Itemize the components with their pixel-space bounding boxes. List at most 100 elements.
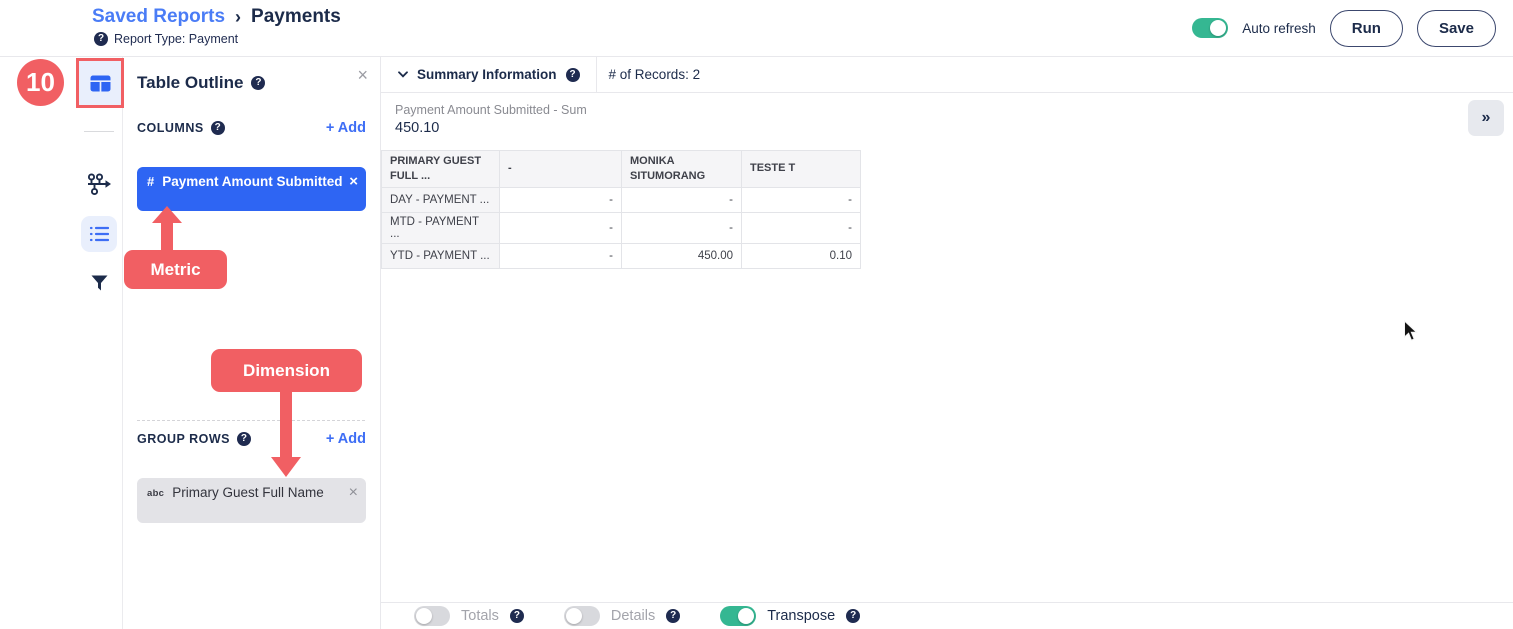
- panel-section-divider: [137, 420, 365, 421]
- table-cell: -: [500, 212, 622, 243]
- remove-dimension-icon[interactable]: ×: [349, 484, 358, 502]
- dimension-chip-label: Primary Guest Full Name: [172, 484, 342, 502]
- remove-metric-icon[interactable]: ×: [349, 173, 358, 190]
- metric-arrow-shaft: [161, 222, 173, 252]
- help-icon[interactable]: ?: [237, 432, 251, 446]
- table-header-row: PRIMARY GUEST FULL ... - MONIKA SITUMORA…: [382, 151, 861, 188]
- metric-summary-name: Payment Amount Submitted - Sum: [395, 103, 587, 117]
- help-icon[interactable]: ?: [666, 609, 680, 623]
- report-type-row: ? Report Type: Payment: [94, 32, 238, 46]
- details-toggle-group: Details ?: [564, 606, 680, 626]
- filter-nav-button[interactable]: [75, 275, 123, 291]
- top-header: Saved Reports › Payments ? Report Type: …: [0, 0, 1513, 57]
- dimension-chip-primary-guest-full-name[interactable]: abc Primary Guest Full Name ×: [137, 478, 366, 523]
- table-cell: -: [500, 243, 622, 268]
- filter-icon: [91, 275, 108, 291]
- header-actions: Auto refresh Run Save: [1192, 8, 1496, 48]
- left-icon-rail: [75, 57, 123, 629]
- dimension-arrow-head: [271, 457, 301, 477]
- transpose-label: Transpose: [767, 608, 835, 624]
- table-cell: -: [742, 212, 861, 243]
- totals-toggle[interactable]: [414, 606, 450, 626]
- group-rows-section-header: GROUP ROWS ? + Add: [137, 431, 366, 447]
- report-builder-screen: Saved Reports › Payments ? Report Type: …: [0, 0, 1513, 629]
- breadcrumb-current-page: Payments: [251, 6, 341, 28]
- metric-chip-label: Payment Amount Submitted: [162, 173, 343, 191]
- transpose-toggle-group: Transpose ?: [720, 606, 860, 626]
- dimension-annotation-callout: Dimension: [211, 349, 362, 392]
- help-icon[interactable]: ?: [94, 32, 108, 46]
- table-row: YTD - PAYMENT ... - 450.00 0.10: [382, 243, 861, 268]
- help-icon[interactable]: ?: [846, 609, 860, 623]
- columns-label: COLUMNS: [137, 121, 204, 135]
- help-icon[interactable]: ?: [566, 68, 580, 82]
- details-label: Details: [611, 608, 655, 624]
- results-table: PRIMARY GUEST FULL ... - MONIKA SITUMORA…: [381, 150, 861, 269]
- table-row: MTD - PAYMENT ... - - -: [382, 212, 861, 243]
- table-outline-panel: Table Outline ? × COLUMNS ? + Add # Paym…: [123, 57, 381, 629]
- breadcrumb: Saved Reports › Payments: [92, 6, 341, 28]
- column-header[interactable]: -: [500, 151, 622, 188]
- table-cell: 0.10: [742, 243, 861, 268]
- toggle-knob: [738, 608, 754, 624]
- column-header[interactable]: PRIMARY GUEST FULL ...: [382, 151, 500, 188]
- row-label: DAY - PAYMENT ...: [382, 187, 500, 212]
- collapse-panel-button[interactable]: »: [1468, 100, 1504, 136]
- flow-branch-icon: [86, 173, 113, 196]
- totals-label: Totals: [461, 608, 499, 624]
- totals-toggle-group: Totals ?: [414, 606, 524, 626]
- auto-refresh-toggle[interactable]: [1192, 18, 1228, 38]
- transpose-toggle[interactable]: [720, 606, 756, 626]
- table-row: DAY - PAYMENT ... - - -: [382, 187, 861, 212]
- save-button[interactable]: Save: [1417, 10, 1496, 47]
- step-number-badge: 10: [17, 59, 64, 106]
- panel-close-icon[interactable]: ×: [357, 65, 368, 86]
- auto-refresh-label: Auto refresh: [1242, 21, 1316, 36]
- double-chevron-right-icon: »: [1482, 109, 1491, 127]
- table-cell: -: [622, 187, 742, 212]
- column-header[interactable]: MONIKA SITUMORANG: [622, 151, 742, 188]
- panel-title: Table Outline: [137, 73, 243, 93]
- mouse-cursor: [1403, 320, 1420, 343]
- text-field-icon: abc: [147, 488, 164, 499]
- table-cell: -: [742, 187, 861, 212]
- list-nav-button[interactable]: [81, 216, 117, 252]
- toggle-knob: [566, 608, 582, 624]
- toggle-knob: [416, 608, 432, 624]
- columns-section-header: COLUMNS ? + Add: [137, 120, 366, 136]
- dimension-arrow-shaft: [280, 390, 292, 458]
- table-icon: [90, 75, 111, 92]
- table-cell: -: [500, 187, 622, 212]
- toggle-knob: [1210, 20, 1226, 36]
- group-rows-label: GROUP ROWS: [137, 432, 230, 446]
- summary-information-bar: Summary Information ? # of Records: 2: [381, 57, 1513, 93]
- record-count: # of Records: 2: [597, 67, 701, 82]
- summary-title: Summary Information: [417, 67, 557, 82]
- help-icon[interactable]: ?: [211, 121, 225, 135]
- metric-annotation-callout: Metric: [124, 250, 227, 289]
- details-toggle[interactable]: [564, 606, 600, 626]
- list-icon: [89, 226, 109, 242]
- table-outline-nav-button[interactable]: [76, 58, 124, 108]
- breadcrumb-separator-icon: ›: [235, 7, 241, 28]
- report-type-label: Report Type: Payment: [114, 32, 238, 46]
- metric-chip-payment-amount-submitted[interactable]: # Payment Amount Submitted ×: [137, 167, 366, 211]
- help-icon[interactable]: ?: [251, 76, 265, 90]
- group-rows-add-button[interactable]: + Add: [326, 431, 366, 447]
- columns-add-button[interactable]: + Add: [326, 120, 366, 136]
- row-label: MTD - PAYMENT ...: [382, 212, 500, 243]
- pivot-nav-button[interactable]: [75, 173, 123, 196]
- rail-divider: [84, 131, 114, 132]
- column-header[interactable]: TESTE T: [742, 151, 861, 188]
- run-button[interactable]: Run: [1330, 10, 1403, 47]
- chevron-down-icon: [398, 71, 408, 78]
- help-icon[interactable]: ?: [510, 609, 524, 623]
- table-cell: -: [622, 212, 742, 243]
- metric-summary-value: 450.10: [395, 120, 587, 136]
- table-options-bar: Totals ? Details ? Transpose ?: [381, 602, 1513, 629]
- breadcrumb-saved-reports-link[interactable]: Saved Reports: [92, 6, 225, 28]
- panel-title-row: Table Outline ?: [137, 73, 265, 93]
- metric-arrow-head: [152, 206, 182, 223]
- summary-information-toggle[interactable]: Summary Information ?: [381, 57, 580, 92]
- table-cell: 450.00: [622, 243, 742, 268]
